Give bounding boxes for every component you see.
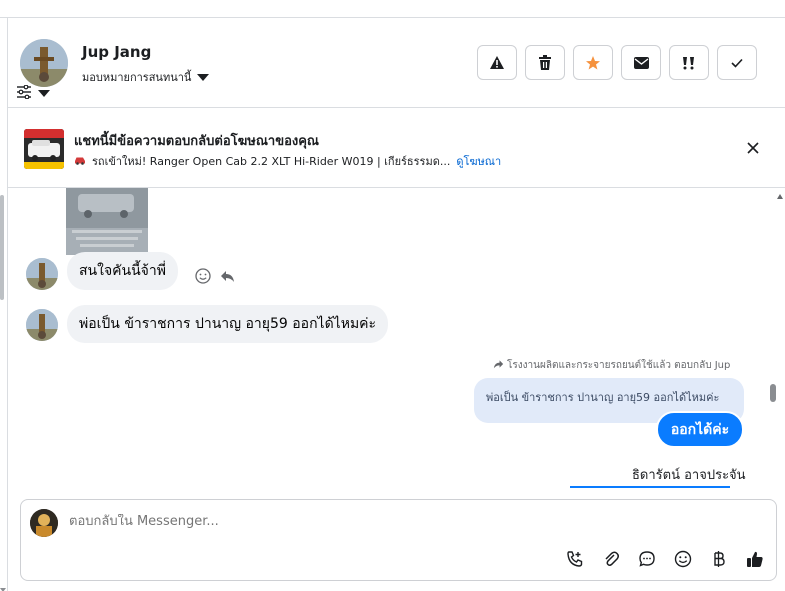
delete-button[interactable] bbox=[525, 45, 565, 80]
view-ad-link[interactable]: ดูโฆษณา bbox=[456, 152, 501, 170]
reply-context-note: โรงงานผลิตและกระจายรถยนต์ใช้แล้ว ตอบกลับ… bbox=[493, 358, 730, 373]
sliders-icon bbox=[16, 84, 32, 103]
react-smiley-icon[interactable] bbox=[195, 268, 211, 288]
thumbs-up-icon[interactable] bbox=[744, 548, 766, 570]
reply-input[interactable] bbox=[69, 514, 669, 529]
shared-ad-image[interactable] bbox=[66, 188, 148, 255]
sender-underline bbox=[570, 486, 730, 488]
ad-banner-title: แชทนี้มีข้อความตอบกลับต่อโฆษณาของคุณ bbox=[74, 134, 319, 149]
composer-tools bbox=[564, 548, 766, 570]
contact-avatar[interactable] bbox=[20, 39, 68, 87]
spam-icon bbox=[683, 56, 694, 69]
spam-button[interactable] bbox=[669, 45, 709, 80]
top-border bbox=[0, 0, 785, 18]
incoming-message[interactable]: พ่อเป็น ข้าราชการ ปานาญ อายุ59 ออกได้ไหม… bbox=[67, 305, 389, 343]
filter-menu[interactable] bbox=[16, 84, 50, 103]
mark-done-button[interactable] bbox=[717, 45, 757, 80]
star-button[interactable] bbox=[573, 45, 613, 80]
left-panel-edge bbox=[0, 18, 8, 591]
reply-context-text: โรงงานผลิตและกระจายรถยนต์ใช้แล้ว ตอบกลับ… bbox=[507, 360, 731, 371]
ad-reply-banner: แชทนี้มีข้อความตอบกลับต่อโฆษณาของคุณ รถเ… bbox=[8, 109, 785, 188]
scroll-down-arrow[interactable] bbox=[0, 578, 6, 591]
star-icon bbox=[586, 55, 600, 69]
car-icon bbox=[74, 155, 86, 168]
reply-arrow-icon bbox=[493, 359, 504, 372]
report-button[interactable] bbox=[477, 45, 517, 80]
conversation-header: Jup Jang มอบหมายการสนทนานี้ bbox=[8, 18, 785, 108]
envelope-icon bbox=[633, 56, 649, 69]
chat-scrollbar-thumb[interactable] bbox=[770, 384, 776, 402]
baht-payment-icon[interactable] bbox=[708, 548, 730, 570]
ad-description: รถเข้าใหม่! Ranger Open Cab 2.2 XLT Hi-R… bbox=[92, 155, 451, 168]
warning-icon bbox=[490, 56, 504, 69]
call-add-icon[interactable] bbox=[564, 548, 586, 570]
saved-replies-icon[interactable] bbox=[636, 548, 658, 570]
contact-avatar-small[interactable] bbox=[26, 309, 58, 341]
close-icon bbox=[747, 142, 759, 154]
chevron-down-icon bbox=[197, 73, 210, 81]
assign-label: มอบหมายการสนทนานี้ bbox=[82, 71, 192, 84]
emoji-icon[interactable] bbox=[672, 548, 694, 570]
left-scrollbar-thumb[interactable] bbox=[0, 195, 4, 300]
contact-avatar-small[interactable] bbox=[26, 258, 58, 290]
trash-icon bbox=[539, 55, 551, 70]
reply-arrow-icon[interactable] bbox=[220, 268, 235, 287]
mark-unread-button[interactable] bbox=[621, 45, 661, 80]
check-icon bbox=[731, 58, 743, 68]
contact-name: Jup Jang bbox=[82, 43, 152, 61]
incoming-message[interactable]: สนใจคันนี้จ้าพี่ bbox=[67, 252, 178, 290]
message-composer bbox=[20, 499, 777, 581]
page-avatar bbox=[30, 509, 58, 537]
ad-banner-subtitle: รถเข้าใหม่! Ranger Open Cab 2.2 XLT Hi-R… bbox=[74, 152, 501, 170]
close-banner-button[interactable] bbox=[746, 140, 760, 159]
outgoing-message[interactable]: ออกได้ค่ะ bbox=[656, 411, 744, 448]
chevron-down-icon bbox=[38, 90, 50, 97]
ad-thumbnail[interactable] bbox=[24, 129, 64, 169]
assign-conversation-dropdown[interactable]: มอบหมายการสนทนานี้ bbox=[82, 68, 210, 86]
sender-name: ธิดารัตน์ อาจประจัน bbox=[632, 468, 746, 483]
header-actions bbox=[477, 45, 757, 80]
chat-scroll-up-arrow[interactable] bbox=[777, 194, 783, 199]
attach-icon[interactable] bbox=[600, 548, 622, 570]
